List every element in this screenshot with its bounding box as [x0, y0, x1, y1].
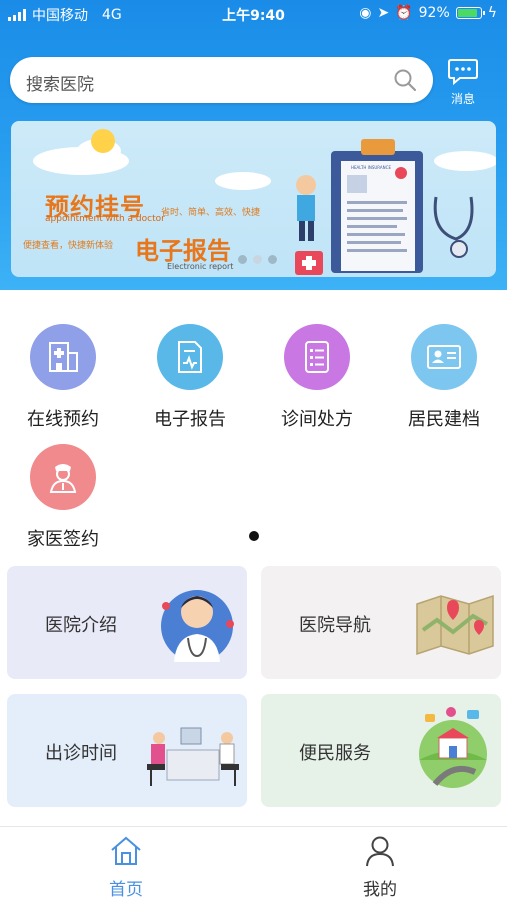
tab-label: 首页: [109, 880, 143, 900]
banner-chart-label: HEALTH INSURANCE: [351, 165, 391, 170]
lock-rotation-icon: ◉: [359, 5, 372, 21]
service-circle: [30, 444, 96, 510]
bottom-tab-bar: 首页 我的: [0, 826, 507, 901]
service-resident-record[interactable]: 居民建档: [389, 324, 499, 431]
service-label: 家医签约: [27, 529, 99, 550]
service-label: 诊间处方: [281, 409, 353, 430]
service-e-report[interactable]: 电子报告: [135, 324, 245, 431]
carousel-indicator[interactable]: [238, 255, 277, 264]
map-icon: [416, 594, 494, 656]
consultation-illustration-icon: [147, 727, 239, 786]
service-label: 居民建档: [408, 409, 480, 430]
tab-mine[interactable]: 我的: [320, 835, 440, 900]
page-indicator-dot: [249, 531, 259, 541]
card-label: 医院导航: [299, 615, 371, 636]
message-button[interactable]: 消息: [443, 58, 483, 107]
charging-icon: ϟ: [487, 5, 497, 21]
search-placeholder: 搜索医院: [26, 75, 94, 95]
battery-percent: 92%: [418, 5, 450, 21]
banner-tagline: 省时、简单、高效、快捷: [161, 208, 261, 218]
location-icon: ➤: [377, 5, 390, 21]
service-label: 在线预约: [27, 409, 99, 430]
town-illustration-icon: [419, 707, 487, 788]
service-circle: [284, 324, 350, 390]
service-prescription[interactable]: 诊间处方: [262, 324, 372, 431]
search-icon[interactable]: [393, 68, 417, 92]
banner-tagline-secondary: 便捷查看，快捷新体验: [23, 241, 114, 251]
carousel-dot[interactable]: [268, 255, 277, 264]
service-circle: [157, 324, 223, 390]
chat-bubble-icon: [448, 59, 478, 86]
banner-subtitle-appointment: appointment with a doctor: [45, 214, 165, 224]
hospital-building-icon: [49, 342, 78, 372]
promo-banner[interactable]: 预约挂号 省时、简单、高效、快捷 appointment with a doct…: [11, 121, 496, 277]
prescription-list-icon: [305, 341, 329, 373]
alarm-icon: ⏰: [395, 5, 413, 21]
carousel-dot[interactable]: [238, 255, 247, 264]
card-label: 便民服务: [299, 743, 371, 764]
service-online-booking[interactable]: 在线预约: [8, 324, 118, 431]
service-circle: [411, 324, 477, 390]
card-label: 出诊时间: [45, 743, 117, 764]
battery-icon: [455, 7, 485, 19]
status-bar: 中国移动 4G 上午9:40 ◉ ➤ ⏰ 92% ϟ: [0, 0, 507, 28]
card-hospital-intro[interactable]: 医院介绍: [7, 566, 247, 679]
service-family-doctor[interactable]: 家医签约: [8, 444, 118, 551]
card-convenience-services[interactable]: 便民服务: [261, 694, 501, 807]
doctor-illustration-icon: [161, 590, 234, 662]
carousel-dot[interactable]: [253, 255, 262, 264]
service-circle: [30, 324, 96, 390]
report-document-icon: [178, 341, 202, 373]
banner-subtitle-report: Electronic report: [167, 262, 234, 271]
card-hospital-navigation[interactable]: 医院导航: [261, 566, 501, 679]
tab-home[interactable]: 首页: [66, 835, 186, 900]
user-icon: [366, 836, 394, 867]
card-label: 医院介绍: [45, 615, 117, 636]
service-label: 电子报告: [154, 409, 226, 430]
doctor-icon: [49, 464, 77, 493]
home-icon: [111, 836, 141, 865]
tab-label: 我的: [363, 880, 397, 900]
id-card-icon: [427, 345, 461, 369]
banner-title-report: 电子报告: [135, 237, 231, 265]
card-clinic-schedule[interactable]: 出诊时间: [7, 694, 247, 807]
message-label: 消息: [450, 92, 475, 106]
search-bar[interactable]: 搜索医院: [10, 57, 433, 103]
